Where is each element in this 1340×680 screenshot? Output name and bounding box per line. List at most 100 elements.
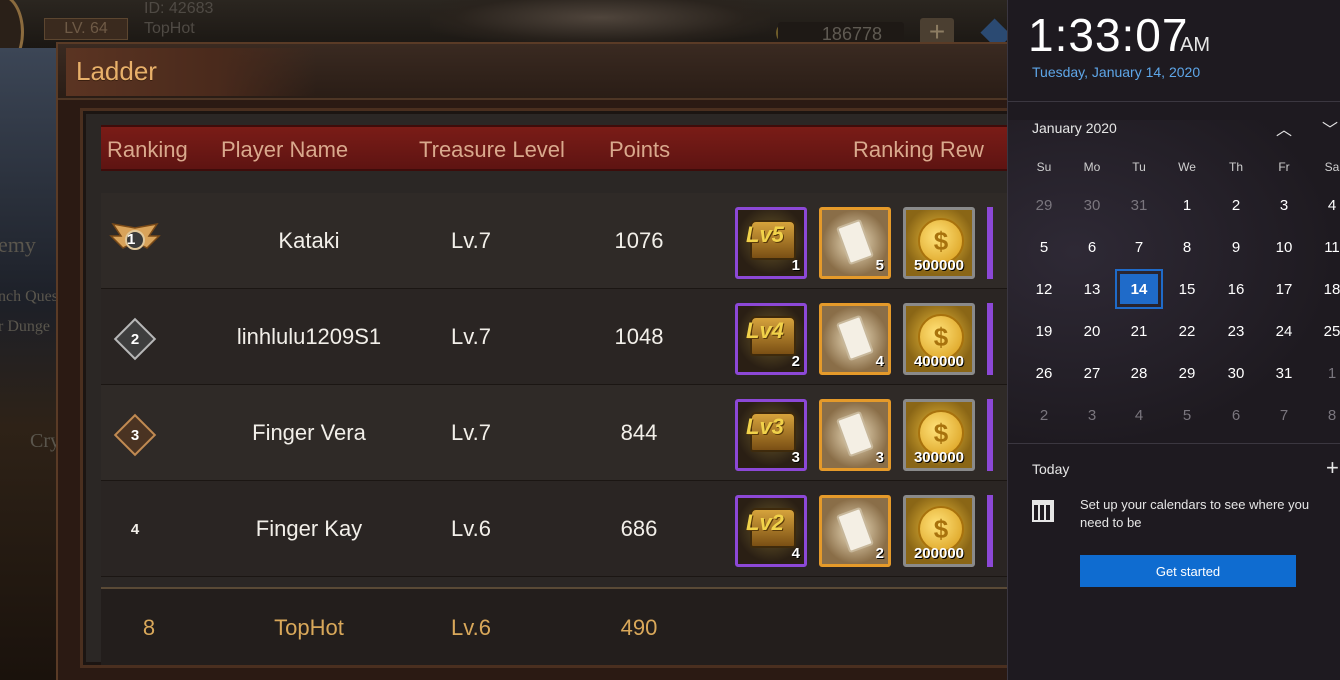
my-name: TopHot bbox=[274, 615, 344, 640]
weekday-label: Sa bbox=[1324, 160, 1340, 174]
scroll-icon bbox=[835, 314, 875, 362]
points-cell: 1076 bbox=[614, 228, 664, 253]
reward-chest[interactable]: Lv4 2 bbox=[735, 303, 807, 375]
calendar-day[interactable]: 15 bbox=[1163, 269, 1211, 309]
month-label[interactable]: January 2020 bbox=[1032, 120, 1117, 136]
reward-scroll[interactable]: 3 bbox=[819, 399, 891, 471]
reward-chest[interactable]: Lv5 1 bbox=[735, 207, 807, 279]
calendar-day[interactable]: 8 bbox=[1163, 227, 1211, 267]
rank-2-badge-icon: 2 bbox=[113, 317, 157, 361]
calendar-day[interactable]: 5 bbox=[1163, 395, 1211, 435]
chest-qty: 1 bbox=[791, 257, 800, 274]
calendar-day[interactable]: 4 bbox=[1308, 185, 1340, 225]
reward-scroll[interactable]: 4 bbox=[819, 303, 891, 375]
get-started-button[interactable]: Get started bbox=[1080, 555, 1296, 587]
chevron-up-icon[interactable]: ︿ bbox=[1272, 116, 1296, 140]
player-level-badge: LV. 64 bbox=[44, 18, 128, 40]
table-row[interactable]: 3 Finger Vera Lv.7 844 Lv3 3 3 $ 300000 bbox=[101, 385, 1007, 481]
reward-next-partial[interactable] bbox=[987, 303, 993, 375]
ladder-panel: Ranking Player Name Treasure Level Point… bbox=[80, 108, 1007, 668]
calendar-day[interactable]: 1 bbox=[1308, 353, 1340, 393]
calendar-day[interactable]: 29 bbox=[1163, 353, 1211, 393]
reward-chest[interactable]: Lv3 3 bbox=[735, 399, 807, 471]
calendar-day[interactable]: 28 bbox=[1115, 353, 1163, 393]
reward-next-partial[interactable] bbox=[987, 207, 993, 279]
reward-scroll[interactable]: 5 bbox=[819, 207, 891, 279]
ladder-titlebar: Ladder bbox=[58, 44, 1007, 100]
calendar-day[interactable]: 22 bbox=[1163, 311, 1211, 351]
reward-chest[interactable]: Lv2 4 bbox=[735, 495, 807, 567]
chevron-down-icon[interactable]: ﹀ bbox=[1318, 116, 1340, 140]
calendar-day[interactable]: 20 bbox=[1068, 311, 1116, 351]
chest-level: Lv2 bbox=[746, 510, 784, 535]
calendar-day[interactable]: 26 bbox=[1020, 353, 1068, 393]
header-ranking-rewards: Ranking Rew bbox=[853, 137, 984, 162]
calendar-day[interactable]: 21 bbox=[1115, 311, 1163, 351]
calendar-day[interactable]: 8 bbox=[1308, 395, 1340, 435]
rank-number: 1 bbox=[127, 231, 136, 248]
calendar-day[interactable]: 13 bbox=[1068, 269, 1116, 309]
calendar-day[interactable]: 7 bbox=[1115, 227, 1163, 267]
header-treasure-level: Treasure Level bbox=[419, 137, 565, 162]
side-label-dungeon[interactable]: r Dunge bbox=[0, 318, 50, 336]
reward-next-partial[interactable] bbox=[987, 495, 993, 567]
player-name-cell: linhlulu1209S1 bbox=[236, 324, 382, 349]
calendar-day[interactable]: 1 bbox=[1163, 185, 1211, 225]
calendar-day[interactable]: 23 bbox=[1212, 311, 1260, 351]
gold-amount: 200000 bbox=[913, 545, 965, 562]
my-points: 490 bbox=[620, 615, 658, 640]
treasure-level-cell: Lv.7 bbox=[451, 420, 491, 445]
calendar-day[interactable]: 16 bbox=[1212, 269, 1260, 309]
calendar-day[interactable]: 7 bbox=[1260, 395, 1308, 435]
calendar-day[interactable]: 30 bbox=[1068, 185, 1116, 225]
calendar-day[interactable]: 2 bbox=[1020, 395, 1068, 435]
calendar-day[interactable]: 29 bbox=[1020, 185, 1068, 225]
table-row[interactable]: 4 Finger Kay Lv.6 686 Lv2 4 2 $ 200000 bbox=[101, 481, 1007, 577]
side-label-academy[interactable]: emy bbox=[0, 232, 36, 258]
reward-scroll[interactable]: 2 bbox=[819, 495, 891, 567]
calendar-day-today[interactable]: 14 bbox=[1115, 269, 1163, 309]
calendar-day[interactable]: 31 bbox=[1260, 353, 1308, 393]
table-row[interactable]: 2 linhlulu1209S1 Lv.7 1048 Lv4 2 4 $ 400… bbox=[101, 289, 1007, 385]
reward-gold[interactable]: $ 500000 bbox=[903, 207, 975, 279]
points-cell: 844 bbox=[620, 420, 658, 445]
add-event-button[interactable]: + bbox=[1326, 455, 1339, 481]
calendar-day[interactable]: 27 bbox=[1068, 353, 1116, 393]
calendar-day[interactable]: 31 bbox=[1115, 185, 1163, 225]
calendar-day[interactable]: 24 bbox=[1260, 311, 1308, 351]
clock-ampm: AM bbox=[1180, 34, 1210, 56]
ladder-title: Ladder bbox=[76, 56, 157, 86]
reward-gold[interactable]: $ 400000 bbox=[903, 303, 975, 375]
calendar-day[interactable]: 6 bbox=[1068, 227, 1116, 267]
side-label-quest[interactable]: nch Ques bbox=[0, 288, 58, 306]
calendar-day[interactable]: 10 bbox=[1260, 227, 1308, 267]
calendar-day[interactable]: 11 bbox=[1308, 227, 1340, 267]
calendar-day[interactable]: 25 bbox=[1308, 311, 1340, 351]
clock-calendar-flyout: 1:33:07 AM Tuesday, January 14, 2020 Jan… bbox=[1007, 0, 1340, 680]
scroll-qty: 4 bbox=[875, 353, 884, 370]
reward-next-partial[interactable] bbox=[987, 399, 993, 471]
calendar-day[interactable]: 2 bbox=[1212, 185, 1260, 225]
points-cell: 686 bbox=[620, 516, 658, 541]
calendar-day[interactable]: 5 bbox=[1020, 227, 1068, 267]
calendar-day[interactable]: 30 bbox=[1212, 353, 1260, 393]
calendar-day[interactable]: 18 bbox=[1308, 269, 1340, 309]
gold-amount: 300000 bbox=[913, 449, 965, 466]
calendar-day[interactable]: 3 bbox=[1260, 185, 1308, 225]
calendar-day[interactable]: 6 bbox=[1212, 395, 1260, 435]
weekday-label: Mo bbox=[1083, 160, 1101, 174]
rank-number: 4 bbox=[130, 520, 140, 538]
clock-date-link[interactable]: Tuesday, January 14, 2020 bbox=[1032, 64, 1200, 80]
calendar-day[interactable]: 19 bbox=[1020, 311, 1068, 351]
treasure-level-cell: Lv.7 bbox=[451, 324, 491, 349]
chest-level: Lv3 bbox=[746, 414, 784, 439]
weekday-label: Tu bbox=[1132, 160, 1146, 174]
calendar-day[interactable]: 12 bbox=[1020, 269, 1068, 309]
calendar-day[interactable]: 3 bbox=[1068, 395, 1116, 435]
reward-gold[interactable]: $ 300000 bbox=[903, 399, 975, 471]
reward-gold[interactable]: $ 200000 bbox=[903, 495, 975, 567]
table-row[interactable]: 1 Kataki Lv.7 1076 Lv5 1 5 $ 500000 bbox=[101, 193, 1007, 289]
calendar-day[interactable]: 9 bbox=[1212, 227, 1260, 267]
calendar-day[interactable]: 17 bbox=[1260, 269, 1308, 309]
calendar-day[interactable]: 4 bbox=[1115, 395, 1163, 435]
